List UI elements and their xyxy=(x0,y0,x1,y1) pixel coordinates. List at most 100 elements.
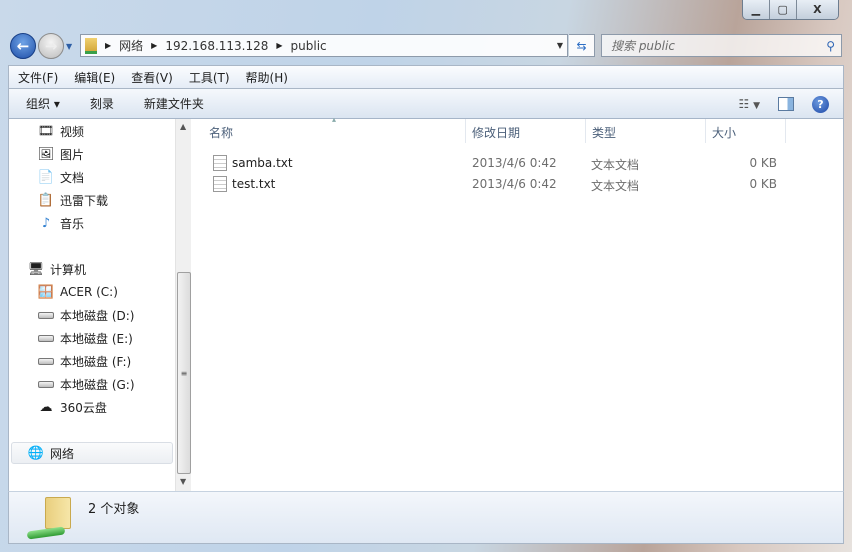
file-name: samba.txt xyxy=(232,156,293,170)
nav-label: 本地磁盘 (D:) xyxy=(60,308,135,323)
file-date: 2013/4/6 0:42 xyxy=(472,177,557,191)
nav-item-pictures[interactable]: 🖼 图片 xyxy=(38,144,84,164)
preview-pane-icon[interactable] xyxy=(778,97,794,111)
menu-tools[interactable]: 工具(T) xyxy=(189,69,230,86)
search-placeholder: 搜索 public xyxy=(611,39,675,53)
maximize-button[interactable]: ▢ xyxy=(769,0,797,19)
nav-item-computer[interactable]: 🖥 计算机 xyxy=(28,259,86,279)
view-options-button[interactable]: ☷ ▼ xyxy=(739,97,761,111)
chevron-down-icon: ▼ xyxy=(753,101,760,111)
computer-icon: 🖥 xyxy=(27,261,45,277)
file-type: 文本文档 xyxy=(591,179,640,193)
document-icon: 📄 xyxy=(37,169,55,185)
network-folder-icon xyxy=(45,497,71,529)
breadcrumb-separator-icon[interactable]: ▶ xyxy=(276,41,282,50)
window-controls: ▁ ▢ X xyxy=(742,0,839,20)
nav-item-xunlei-downloads[interactable]: 📋 迅雷下载 xyxy=(38,190,108,210)
column-type[interactable]: 类型 xyxy=(586,119,706,143)
file-size: 0 KB xyxy=(749,177,777,191)
nav-label: 图片 xyxy=(60,147,85,162)
nav-label: 网络 xyxy=(50,446,75,461)
breadcrumb-separator-icon[interactable]: ▶ xyxy=(105,41,111,50)
nav-item-videos[interactable]: 🎞 视频 xyxy=(38,121,84,141)
nav-item-360-cloud[interactable]: ☁ 360云盘 xyxy=(38,397,107,417)
hard-drive-icon xyxy=(38,330,54,346)
scroll-up-icon[interactable]: ▲ xyxy=(180,122,186,131)
nav-label: 视频 xyxy=(60,124,85,139)
back-button[interactable]: ← xyxy=(10,33,36,59)
nav-item-drive-g[interactable]: 本地磁盘 (G:) xyxy=(38,374,135,394)
address-dropdown-icon[interactable]: ▼ xyxy=(557,41,563,50)
file-row[interactable]: samba.txt 2013/4/6 0:42 文本文档 0 KB xyxy=(191,153,791,173)
breadcrumb-public[interactable]: public xyxy=(291,39,327,53)
menu-view[interactable]: 查看(V) xyxy=(131,69,173,86)
cloud-drive-icon: ☁ xyxy=(39,399,53,415)
help-button[interactable]: ? xyxy=(812,95,829,113)
column-date-modified[interactable]: 修改日期 xyxy=(466,119,586,143)
arrow-right-icon: → xyxy=(44,37,58,55)
recent-pages-dropdown[interactable]: ▼ xyxy=(66,42,72,51)
nav-label: 本地磁盘 (E:) xyxy=(60,331,133,346)
nav-item-drive-d[interactable]: 本地磁盘 (D:) xyxy=(38,305,134,325)
file-name: test.txt xyxy=(232,177,276,191)
hard-drive-icon xyxy=(38,307,54,323)
text-file-icon xyxy=(213,176,227,192)
close-button[interactable]: X xyxy=(796,0,838,19)
menu-file[interactable]: 文件(F) xyxy=(18,69,58,86)
arrow-left-icon: ← xyxy=(16,37,30,55)
file-type: 文本文档 xyxy=(591,158,640,172)
menu-edit[interactable]: 编辑(E) xyxy=(74,69,115,86)
column-name[interactable]: 名称 xyxy=(203,119,466,143)
scroll-down-icon[interactable]: ▼ xyxy=(180,477,186,486)
details-pane: 2 个对象 xyxy=(8,491,844,544)
minimize-button[interactable]: ▁ xyxy=(743,0,770,19)
nav-label: 迅雷下载 xyxy=(60,193,109,208)
nav-label: 360云盘 xyxy=(60,400,107,415)
menu-bar: 文件(F) 编辑(E) 查看(V) 工具(T) 帮助(H) xyxy=(8,65,844,88)
breadcrumb-host[interactable]: 192.168.113.128 xyxy=(165,39,268,53)
item-count: 2 个对象 xyxy=(88,502,140,517)
nav-label: 音乐 xyxy=(60,216,85,231)
network-folder-icon xyxy=(85,37,97,54)
picture-icon: 🖼 xyxy=(37,146,55,162)
column-size[interactable]: 大小 xyxy=(706,119,786,143)
video-icon: 🎞 xyxy=(37,123,55,139)
refresh-button[interactable]: ⇆ xyxy=(569,34,595,57)
nav-label: 本地磁盘 (F:) xyxy=(60,354,132,369)
file-row[interactable]: test.txt 2013/4/6 0:42 文本文档 0 KB xyxy=(191,174,791,194)
file-size: 0 KB xyxy=(749,156,777,170)
menu-help[interactable]: 帮助(H) xyxy=(246,69,288,86)
scrollbar-thumb[interactable]: ≡ xyxy=(177,272,191,474)
new-folder-button[interactable]: 新建文件夹 xyxy=(144,95,204,112)
nav-scrollbar[interactable]: ▲ ≡ ▼ xyxy=(175,119,191,491)
nav-item-music[interactable]: ♪ 音乐 xyxy=(38,213,84,233)
hard-drive-icon xyxy=(38,353,54,369)
nav-item-drive-c[interactable]: 🪟 ACER (C:) xyxy=(38,282,118,302)
nav-item-drive-f[interactable]: 本地磁盘 (F:) xyxy=(38,351,131,371)
download-folder-icon: 📋 xyxy=(37,192,55,208)
nav-label: ACER (C:) xyxy=(60,285,118,299)
nav-label: 计算机 xyxy=(50,262,87,277)
network-icon: 🌐 xyxy=(27,445,45,461)
organize-button[interactable]: 组织 ▾ xyxy=(26,95,60,112)
command-bar: 组织 ▾ 刻录 新建文件夹 ☷ ▼ ? xyxy=(8,88,844,119)
nav-item-network[interactable]: 🌐 网络 xyxy=(28,443,74,463)
windows-drive-icon: 🪟 xyxy=(37,284,55,300)
nav-item-documents[interactable]: 📄 文档 xyxy=(38,167,84,187)
breadcrumb-network[interactable]: 网络 xyxy=(119,37,143,54)
nav-label: 文档 xyxy=(60,170,85,185)
search-input[interactable]: 搜索 public ⚲ xyxy=(601,34,842,57)
column-headers: ▴ 名称 修改日期 类型 大小 xyxy=(191,115,843,143)
hard-drive-icon xyxy=(38,376,54,392)
network-cable-icon xyxy=(26,526,66,540)
text-file-icon xyxy=(213,155,227,171)
refresh-icon: ⇆ xyxy=(576,38,587,53)
nav-item-drive-e[interactable]: 本地磁盘 (E:) xyxy=(38,328,133,348)
breadcrumb-separator-icon[interactable]: ▶ xyxy=(151,41,157,50)
search-icon[interactable]: ⚲ xyxy=(826,39,835,53)
forward-button[interactable]: → xyxy=(38,33,64,59)
address-bar[interactable]: ▶ 网络 ▶ 192.168.113.128 ▶ public ▼ xyxy=(80,34,568,57)
explorer-body: 🎞 视频 🖼 图片 📄 文档 📋 迅雷下载 ♪ 音乐 🖥 计算机 🪟 ACER (C:) 本地… xyxy=(8,115,844,491)
burn-button[interactable]: 刻录 xyxy=(90,95,114,112)
nav-label: 本地磁盘 (G:) xyxy=(60,377,135,392)
